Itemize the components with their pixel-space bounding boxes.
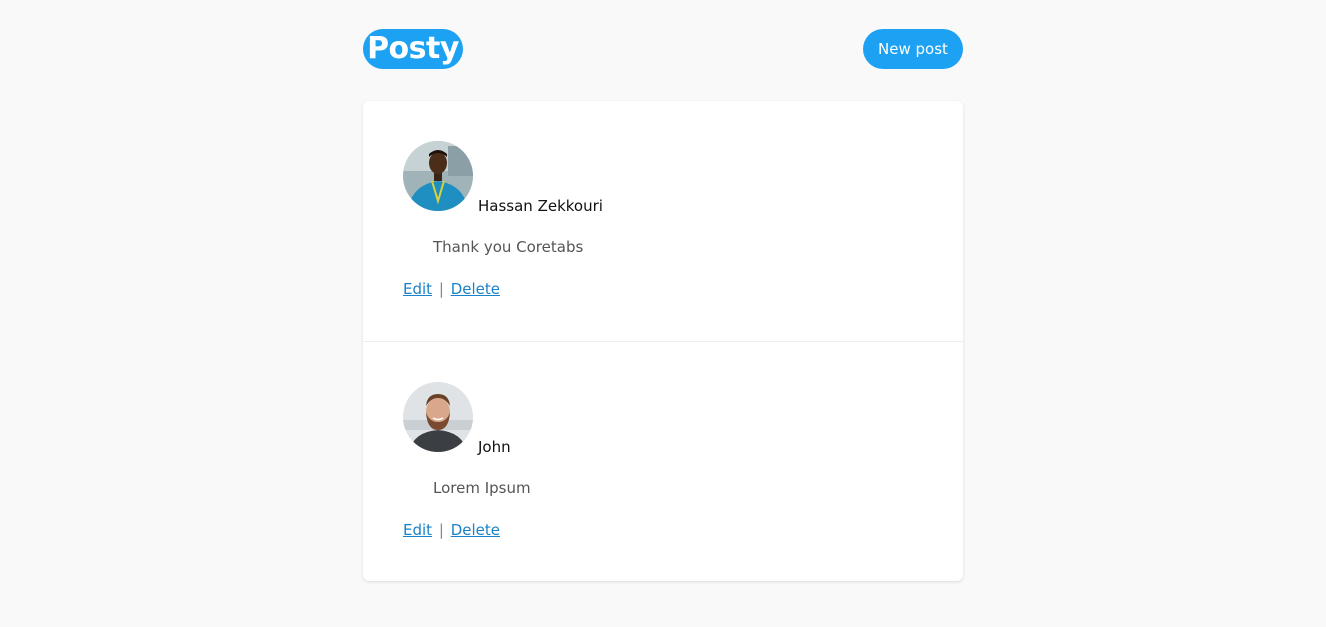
posts-list: Hassan Zekkouri Thank you Coretabs Edit …: [363, 101, 963, 581]
page-container: Posty New post Hassan Zekkouri Thank you…: [363, 0, 963, 581]
post-actions: Edit | Delete: [403, 520, 500, 540]
avatar: [403, 382, 473, 452]
post-item: John Lorem Ipsum Edit | Delete: [363, 341, 963, 581]
post-content: Thank you Coretabs: [433, 238, 584, 256]
post-author: Hassan Zekkouri: [478, 197, 603, 215]
delete-link[interactable]: Delete: [451, 280, 500, 298]
delete-link[interactable]: Delete: [451, 521, 500, 539]
edit-link[interactable]: Edit: [403, 521, 432, 539]
edit-link[interactable]: Edit: [403, 280, 432, 298]
actions-separator: |: [438, 521, 444, 539]
avatar: [403, 141, 473, 211]
post-item: Hassan Zekkouri Thank you Coretabs Edit …: [363, 101, 963, 341]
post-content: Lorem Ipsum: [433, 479, 531, 497]
actions-separator: |: [438, 280, 444, 298]
new-post-button[interactable]: New post: [863, 29, 963, 69]
post-author: John: [478, 438, 511, 456]
logo[interactable]: Posty: [363, 29, 463, 69]
header: Posty New post: [363, 0, 963, 101]
post-actions: Edit | Delete: [403, 279, 500, 299]
